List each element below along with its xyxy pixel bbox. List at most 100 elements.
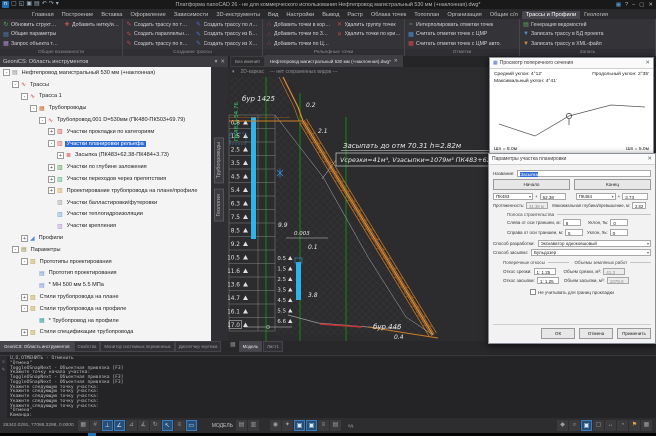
tree-expander-icon[interactable]: + (57, 152, 64, 159)
ribbon-tab-5[interactable]: Зависимости (170, 11, 213, 19)
preview-close-icon[interactable]: ✕ (645, 60, 650, 66)
ribbon-tab-8[interactable]: Настройки (282, 11, 318, 19)
tree-item[interactable]: +▤* МН 500 мм 5.5 МПа (0, 279, 211, 291)
tree-expander-icon[interactable]: + (48, 187, 55, 194)
help-icon[interactable]: ? (625, 1, 628, 9)
doc-close-icon[interactable]: ✕ (394, 58, 398, 64)
tree-expander-icon[interactable]: - (21, 258, 28, 265)
polar-tracking-icon[interactable]: ∠ (114, 420, 125, 431)
ribbon-button[interactable]: ∴Добавить точки в коридоре (263, 20, 334, 30)
ribbon-button[interactable]: ✎Создать параллельную трассу (123, 30, 193, 40)
layout-tab-icon[interactable]: ▥ (248, 420, 259, 431)
end-pk-combo[interactable]: ПК484▾ (576, 193, 616, 200)
lock-icon[interactable]: ◉ (270, 420, 281, 431)
viewport-menu-icon[interactable]: ▾ (232, 69, 235, 75)
right-slope-input[interactable]: 0 (610, 229, 628, 236)
ribbon-tab-10[interactable]: Растр (343, 11, 366, 19)
tree-expander-icon[interactable]: - (21, 305, 28, 312)
fullscreen-icon[interactable]: ▦ (641, 420, 652, 431)
cancel-button[interactable]: Отмена (579, 328, 613, 339)
object-tracking-icon[interactable]: ∡ (138, 420, 149, 431)
ribbon-button[interactable]: ∴Добавить точки по ЦМР (263, 39, 334, 49)
tree-expander-icon[interactable]: - (48, 140, 55, 147)
panel-tab-1[interactable]: GeoniCS: Область инструментов (0, 341, 74, 352)
side-tab-2[interactable]: Геология (214, 189, 224, 222)
panel-tab-2[interactable]: Свойства (74, 341, 101, 352)
ribbon-button[interactable]: ▦Запрос объекта трассы (0, 39, 61, 49)
tree-item[interactable]: -▤Параметры (0, 244, 211, 256)
notifications-icon[interactable]: ⚑ (629, 420, 640, 431)
tree-item[interactable]: -∿Трассы (0, 79, 211, 91)
ortho-icon[interactable]: ⊥ (102, 420, 113, 431)
tree-item[interactable]: +▥Участки переходов через препятствия (0, 173, 211, 185)
transparency-icon[interactable]: ▭ (186, 420, 197, 431)
left-slope-input[interactable]: 0 (610, 219, 628, 226)
tree-expander-icon[interactable]: + (21, 329, 28, 336)
tree-expander-icon[interactable]: + (21, 294, 28, 301)
command-history-icon[interactable]: ≡ (2, 359, 5, 364)
isolate-icon[interactable]: ◆ (557, 420, 568, 431)
dialog-title-bar[interactable]: Параметры участка планировки ✕ (489, 154, 655, 165)
tree-item[interactable]: +▥Участки балластировки/футеровки (0, 197, 211, 209)
tree-item[interactable]: -▥Участки планировки рельефа (0, 138, 211, 150)
ribbon-tab-12[interactable]: Топоплан (410, 11, 443, 19)
ribbon-button[interactable]: ↻Обновить структуру трасс (0, 20, 61, 30)
ribbon-tab-7[interactable]: Вид (264, 11, 282, 19)
ribbon-tab-14[interactable]: Общие с/л (486, 11, 522, 19)
tree-item[interactable]: -∿Трасса 1 (0, 91, 211, 103)
lamp-icon[interactable]: ✦ (282, 420, 293, 431)
annotation-monitor-icon[interactable]: ▤ (330, 420, 341, 431)
command-history[interactable]: U,O,ОТМЕНИТЬ - Отменить"Отмена"ToggleOSn… (7, 356, 656, 419)
tree-item[interactable]: +≣Засыпка (ПК483+62.38-ПК484+3.73) (0, 150, 211, 162)
ribbon-button[interactable]: ▦Считать отметки точек с ЦМР авто. (405, 39, 519, 49)
search-icon[interactable]: ⌕ (569, 420, 580, 431)
ribbon-button[interactable]: ✎Создать трассу из XML-файла (193, 39, 263, 49)
layout-list-icon[interactable]: ▦ (230, 341, 236, 348)
ribbon-button[interactable]: ▼Записать трассу в XML-файл (520, 39, 655, 49)
ignore-bounds-checkbox[interactable] (530, 289, 536, 295)
cut-slope-input[interactable]: 1: 1.25 (534, 268, 556, 275)
tree-expander-icon[interactable]: - (3, 69, 10, 76)
tree-expander-icon[interactable]: + (48, 128, 55, 135)
tree-expander-icon[interactable]: - (21, 93, 28, 100)
apply-button[interactable]: Применить (617, 328, 651, 339)
tree-item[interactable]: -▤Нефтепровод магистральный 530 мм (+нак… (0, 67, 211, 79)
tree-item[interactable]: -▧Стили трубопровода на профиле (0, 303, 211, 315)
panel-tab-3[interactable]: Монитор системных переменных (100, 341, 174, 352)
model-space-label[interactable]: МОДЕЛЬ (212, 423, 233, 429)
ribbon-tab-3[interactable]: Вставка (97, 11, 126, 19)
lineweight-icon[interactable]: ≡ (174, 420, 185, 431)
ribbon-button[interactable]: ✎Создать трассу по полилинии (123, 39, 193, 49)
layout-grid-icon[interactable]: ▦ (616, 1, 621, 9)
ribbon-button[interactable]: ▦Считать отметки точек с ЦМР (405, 30, 519, 40)
ribbon-tab-6[interactable]: 3D-инструменты (212, 11, 264, 19)
cursor-mode-icon[interactable]: ▣ (306, 420, 317, 431)
clean-screen-icon[interactable]: ▣ (581, 420, 592, 431)
select-similar-icon[interactable]: ▣ (294, 420, 305, 431)
tree-item[interactable]: -▦Трубопроводы (0, 102, 211, 114)
ok-button[interactable]: ОК (541, 328, 575, 339)
tree-expander-icon[interactable]: - (12, 81, 19, 88)
close-button[interactable]: ✕ (648, 1, 653, 9)
layout-tab-2[interactable]: Лист1 (263, 341, 283, 352)
ribbon-tab-9[interactable]: Вывод (318, 11, 343, 19)
maximize-button[interactable]: ▢ (639, 1, 644, 9)
ribbon-button[interactable]: ✕Удалить группу точек (334, 20, 405, 30)
visual-style-control[interactable]: 2D-каркас (241, 69, 265, 75)
tree-item[interactable]: -▧Прототипы проектирования (0, 256, 211, 268)
tree-item[interactable]: +▦* Трубопровод на профиле (0, 315, 211, 327)
end-offset-input[interactable]: 3.73 (622, 193, 648, 200)
end-button[interactable]: Конец (574, 179, 651, 190)
ribbon-button[interactable]: ∴Добавить точки по 3D-полилинии (263, 30, 334, 40)
tree-item[interactable]: +▥Участки по глубине заложения (0, 161, 211, 173)
ribbon-tab-2[interactable]: Построение (58, 11, 98, 19)
window-icon[interactable]: ▢ (593, 420, 604, 431)
layout-tab-1[interactable]: Модель (239, 341, 262, 352)
ribbon-tab-11[interactable]: Облака точек (367, 11, 410, 19)
panel-pin-icon[interactable]: ▾ (215, 59, 218, 65)
dynamic-input-icon[interactable]: ↖ (162, 420, 173, 431)
tree-item[interactable]: +▥Участки крепления (0, 220, 211, 232)
start-pk-combo[interactable]: ПК483▾ (493, 193, 533, 200)
ribbon-button[interactable]: ≈Интерполировать отметки точек (405, 20, 519, 30)
command-edit-icon[interactable]: ✎ (2, 367, 6, 373)
